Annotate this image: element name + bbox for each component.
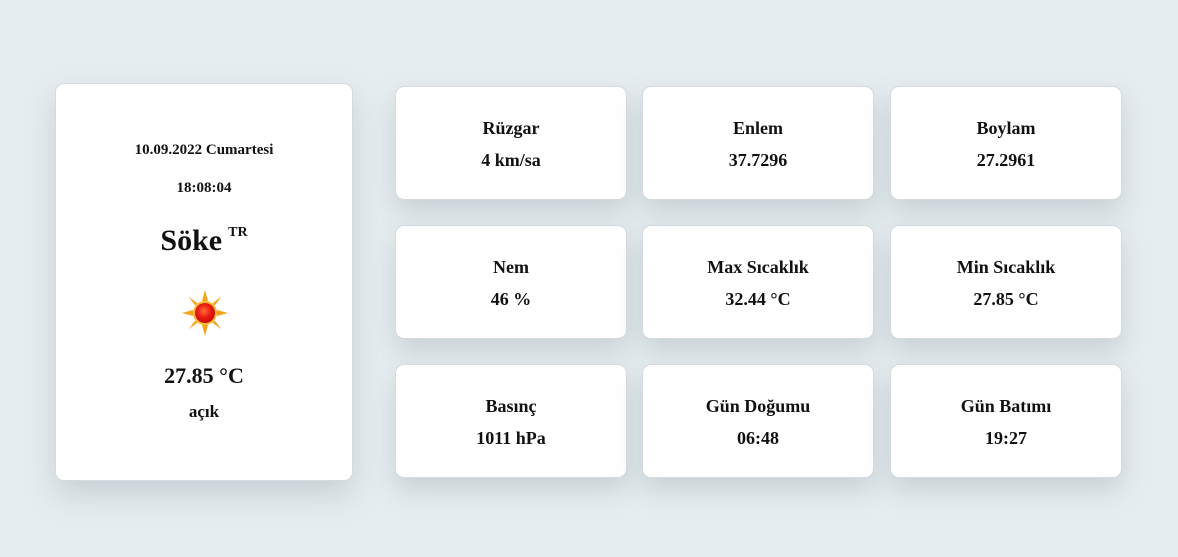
tile-label: Rüzgar xyxy=(482,118,540,138)
tile-value: 46 % xyxy=(490,289,532,309)
current-weather-card: 10.09.2022 Cumartesi 18:08:04 Söke TR 27… xyxy=(55,83,353,481)
sun-icon xyxy=(181,289,229,337)
tile-value: 27.85 °C xyxy=(973,289,1039,309)
tile-label: Boylam xyxy=(976,118,1036,138)
tile-value: 1011 hPa xyxy=(476,428,546,448)
max-temperature-tile: Max Sıcaklık 32.44 °C xyxy=(642,225,874,339)
sunrise-tile: Gün Doğumu 06:48 xyxy=(642,364,874,478)
tile-value: 27.2961 xyxy=(976,150,1036,170)
country-code: TR xyxy=(228,225,248,240)
current-temperature: 27.85 °C xyxy=(164,363,244,388)
longitude-tile: Boylam 27.2961 xyxy=(890,86,1122,200)
pressure-tile: Basınç 1011 hPa xyxy=(395,364,627,478)
min-temperature-tile: Min Sıcaklık 27.85 °C xyxy=(890,225,1122,339)
tile-value: 19:27 xyxy=(985,428,1027,448)
tile-label: Basınç xyxy=(485,396,537,416)
latitude-tile: Enlem 37.7296 xyxy=(642,86,874,200)
tile-label: Nem xyxy=(493,257,529,277)
city-name: Söke xyxy=(160,224,223,257)
tile-label: Min Sıcaklık xyxy=(956,257,1056,277)
humidity-tile: Nem 46 % xyxy=(395,225,627,339)
tile-label: Enlem xyxy=(732,118,783,138)
location-title: Söke TR xyxy=(56,218,352,259)
date-text: 10.09.2022 Cumartesi xyxy=(134,142,274,158)
tile-label: Gün Doğumu xyxy=(705,396,811,416)
tile-label: Max Sıcaklık xyxy=(707,257,809,277)
sunset-tile: Gün Batımı 19:27 xyxy=(890,364,1122,478)
tile-value: 4 km/sa xyxy=(481,150,541,170)
time-text: 18:08:04 xyxy=(176,180,232,196)
tile-value: 37.7296 xyxy=(728,150,788,170)
tile-value: 32.44 °C xyxy=(725,289,791,309)
tile-value: 06:48 xyxy=(737,428,779,448)
tile-label: Gün Batımı xyxy=(960,396,1052,416)
weather-description: açık xyxy=(188,402,220,421)
wind-tile: Rüzgar 4 km/sa xyxy=(395,86,627,200)
